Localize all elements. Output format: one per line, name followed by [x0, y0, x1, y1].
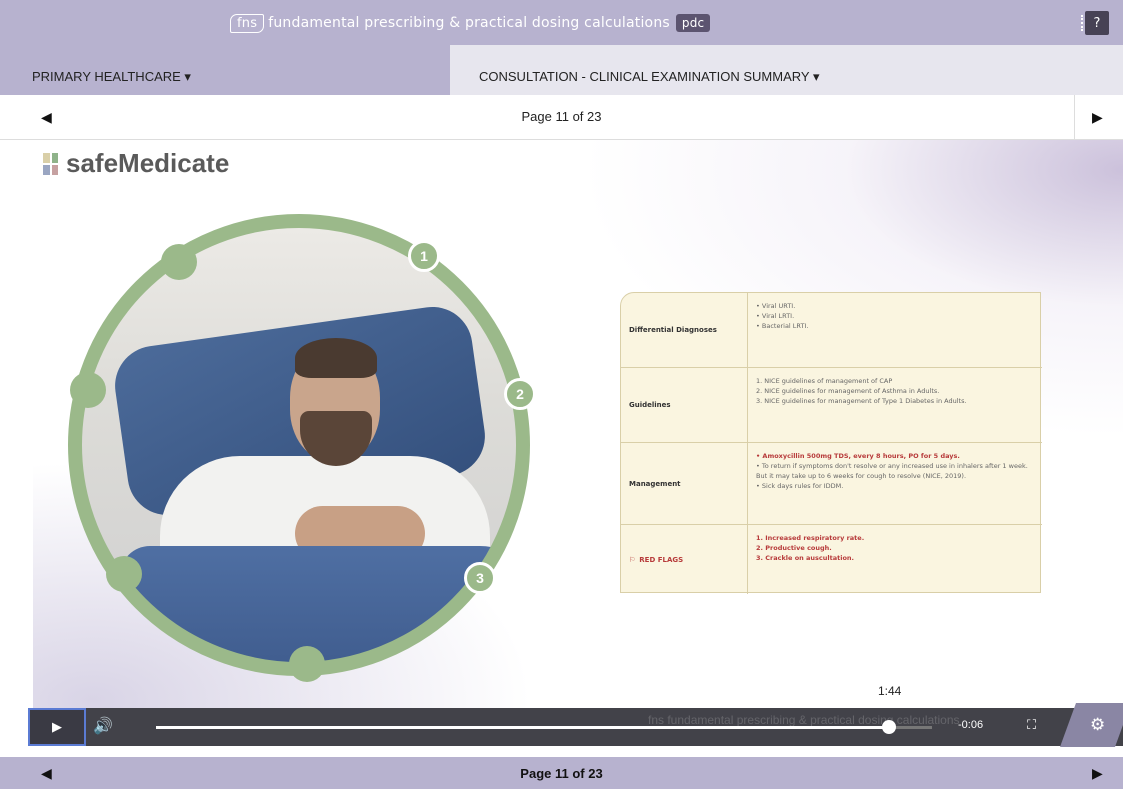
table-row: Differential Diagnoses • Viral URTI. • V… — [621, 293, 1042, 368]
consultation-dropdown[interactable]: CONSULTATION - CLINICAL EXAMINATION SUMM… — [450, 45, 1123, 95]
safemedicate-logo: safeMedicate — [43, 148, 229, 179]
progress-bar[interactable] — [156, 720, 932, 734]
play-button[interactable]: ▶ — [28, 708, 86, 746]
row-heading: Guidelines — [621, 368, 748, 442]
progress-ring — [68, 214, 530, 676]
page-navigation-top: ◀ Page 11 of 23 ▶ — [0, 95, 1123, 140]
menu-bar: PRIMARY HEALTHCARE ▾ CONSULTATION - CLIN… — [0, 45, 1123, 95]
pdc-badge: pdc — [675, 14, 711, 32]
video-watermark: fns fundamental prescribing & practical … — [648, 713, 960, 727]
progress-fill — [156, 726, 890, 729]
clinical-summary-table: Differential Diagnoses • Viral URTI. • V… — [620, 292, 1042, 594]
marker-2[interactable]: 2 — [504, 378, 536, 410]
brand-title: fns fundamental prescribing & practical … — [230, 11, 711, 35]
red-flags-heading: ⚐ RED FLAGS — [621, 525, 748, 594]
ring-dot-left — [70, 372, 106, 408]
row-heading: Management — [621, 443, 748, 524]
logo-icon — [43, 152, 58, 175]
row-content: 1. NICE guidelines of management of CAP … — [756, 377, 967, 405]
flag-icon: ⚐ — [629, 555, 636, 564]
fullscreen-icon[interactable]: ⛶ — [1027, 717, 1036, 733]
table-row: ⚐ RED FLAGS 1. Increased respiratory rat… — [621, 525, 1042, 594]
table-row: Guidelines 1. NICE guidelines of managem… — [621, 368, 1042, 443]
table-row: Management • Amoxycillin 500mg TDS, ever… — [621, 443, 1042, 525]
slide-content: safeMedicate 1 2 3 Differential Diagnose… — [33, 140, 1123, 708]
next-page-button[interactable]: ▶ — [1092, 109, 1103, 126]
page-indicator-bottom: Page 11 of 23 — [520, 766, 603, 781]
row-heading: Differential Diagnoses — [621, 293, 748, 367]
video-controls: ▶ 🔊 fns fundamental prescribing & practi… — [28, 703, 1123, 747]
page-navigation-bottom: ◀ Page 11 of 23 ▶ — [0, 757, 1123, 789]
page-indicator: Page 11 of 23 — [521, 109, 602, 124]
ring-dot-bottom-left — [106, 556, 142, 592]
remaining-time: -0:06 — [958, 719, 984, 731]
settings-icon[interactable]: ⚙ — [1090, 715, 1105, 735]
marker-1[interactable]: 1 — [408, 240, 440, 272]
row-content: 1. Increased respiratory rate. 2. Produc… — [756, 534, 865, 562]
logo-text: safeMedicate — [66, 148, 230, 178]
marker-3[interactable]: 3 — [464, 562, 496, 594]
fns-logo: fns — [230, 13, 265, 33]
primary-healthcare-dropdown[interactable]: PRIMARY HEALTHCARE ▾ — [0, 45, 450, 95]
time-tooltip: 1:44 — [872, 681, 908, 701]
ring-dot-top-left — [161, 244, 197, 280]
progress-handle[interactable] — [882, 720, 897, 734]
row-content: • Amoxycillin 500mg TDS, every 8 hours, … — [756, 452, 1028, 490]
help-icon[interactable]: ? — [1081, 11, 1109, 35]
brand-text: fundamental prescribing & practical dosi… — [268, 15, 670, 31]
top-header: fns fundamental prescribing & practical … — [0, 0, 1123, 45]
divider — [1074, 95, 1075, 140]
ring-dot-bottom — [289, 646, 325, 682]
volume-icon[interactable]: 🔊 — [93, 716, 113, 736]
row-content: • Viral URTI. • Viral LRTI. • Bacterial … — [756, 302, 809, 330]
next-page-button-bottom[interactable]: ▶ — [1092, 765, 1103, 782]
